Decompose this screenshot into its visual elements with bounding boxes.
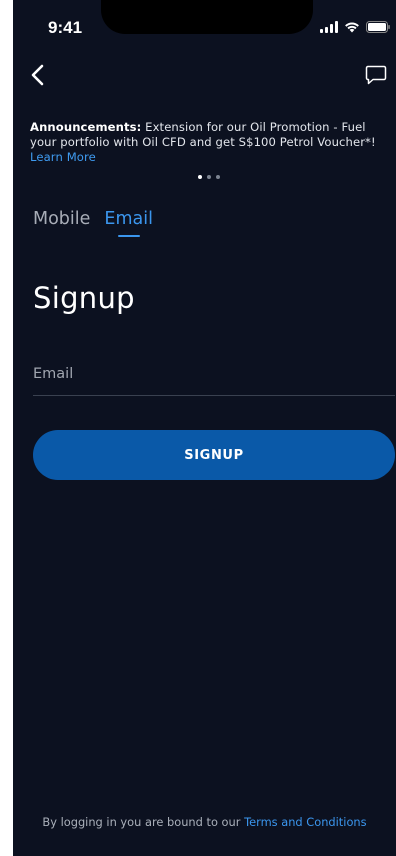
announcement-label: Announcements: [30,120,142,134]
tab-mobile[interactable]: Mobile [33,209,90,237]
signup-button[interactable]: SIGNUP [33,430,395,480]
learn-more-link[interactable]: Learn More [30,150,394,165]
notch [101,0,313,34]
active-tab-indicator [118,235,141,237]
chevron-left-icon[interactable] [29,63,49,87]
status-time: 9:41 [48,18,83,37]
battery-icon [366,21,390,33]
terms-notice: By logging in you are bound to our Terms… [13,815,396,829]
carousel-dot[interactable] [216,175,220,179]
status-icons [320,21,390,33]
announcement-banner: Announcements: Extension for our Oil Pro… [30,120,394,165]
phone-screen: 9:41 Announcements: Extension for our Oi… [13,0,396,856]
chat-bubble-icon[interactable] [364,63,388,87]
signup-method-tabs: Mobile Email [33,209,153,237]
cellular-signal-icon [320,21,338,33]
carousel-dot[interactable] [207,175,211,179]
tab-email-label: Email [104,209,153,229]
page-title: Signup [33,281,135,315]
status-bar: 9:41 [13,0,396,48]
terms-and-conditions-link[interactable]: Terms and Conditions [244,815,367,829]
tab-email[interactable]: Email [104,209,153,237]
carousel-dot[interactable] [198,175,202,179]
email-field[interactable] [33,352,395,396]
wifi-icon [344,21,360,33]
terms-notice-text: By logging in you are bound to our [42,815,241,829]
carousel-dots [198,175,220,179]
